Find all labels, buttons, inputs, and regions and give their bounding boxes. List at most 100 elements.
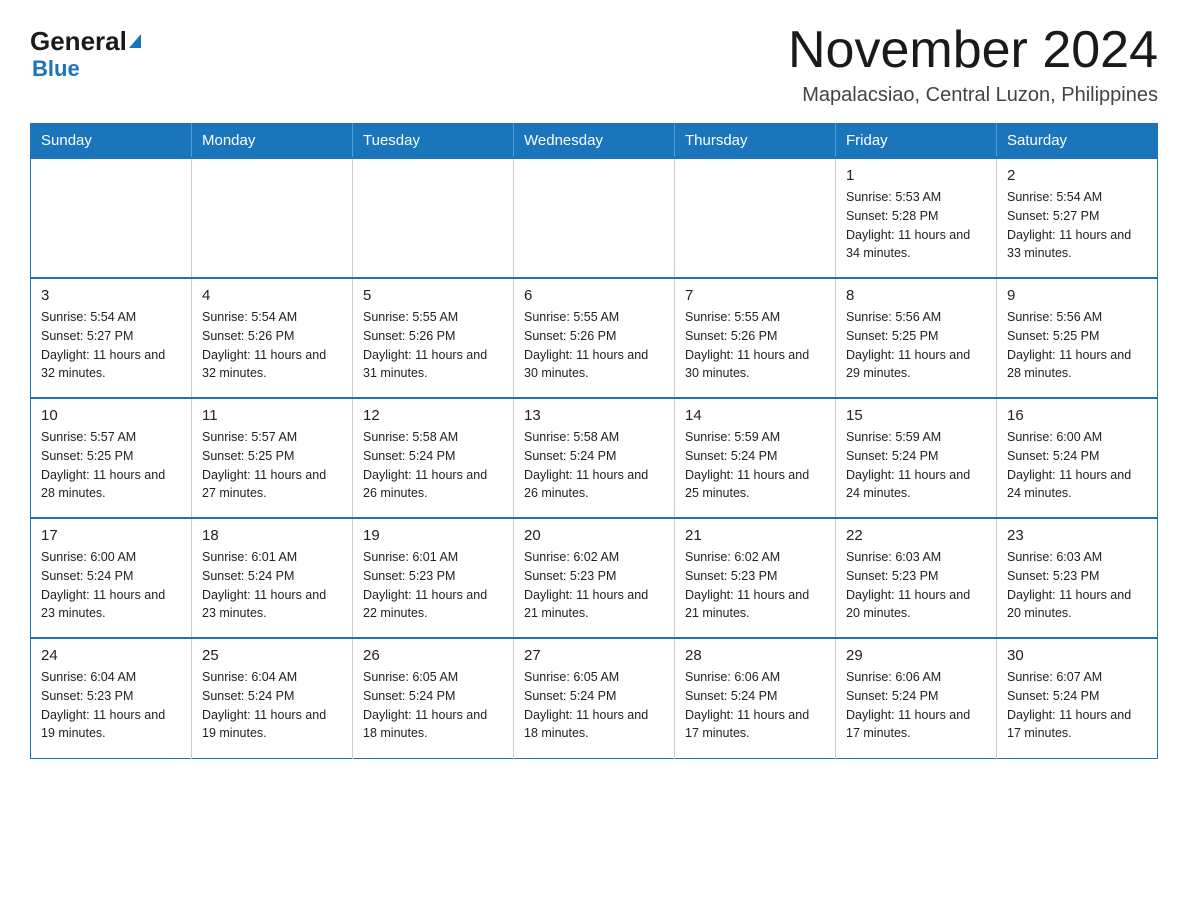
day-number: 5: [363, 287, 503, 304]
calendar-cell: 2Sunrise: 5:54 AM Sunset: 5:27 PM Daylig…: [997, 158, 1158, 278]
calendar-cell: 21 Sunrise: 6:02 AM Sunset: 5:23 PM Dayli…: [675, 518, 836, 638]
calendar-cell: [675, 158, 836, 278]
calendar-cell: 23Sunrise: 6:03 AM Sunset: 5:23 PM Dayli…: [997, 518, 1158, 638]
day-number: 25: [202, 647, 342, 664]
day-info: Sunrise: 5:58 AM Sunset: 5:24 PM Dayligh…: [363, 428, 503, 503]
day-number: 22: [846, 527, 986, 544]
week-row-3: 10 Sunrise: 5:57 AM Sunset: 5:25 PM Dayli…: [31, 398, 1158, 518]
day-info: Sunrise: 6:00 AM Sunset: 5:24 PM Dayligh…: [41, 548, 181, 623]
day-info: Sunrise: 6:04 AM Sunset: 5:24 PM Dayligh…: [202, 668, 342, 743]
week-row-2: 3Sunrise: 5:54 AM Sunset: 5:27 PM Daylig…: [31, 278, 1158, 398]
day-number: 29: [846, 647, 986, 664]
day-info: Sunrise: 5:56 AM Sunset: 5:25 PM Dayligh…: [1007, 308, 1147, 383]
calendar-cell: 3Sunrise: 5:54 AM Sunset: 5:27 PM Daylig…: [31, 278, 192, 398]
calendar-cell: 1 Sunrise: 5:53 AM Sunset: 5:28 PM Daylig…: [836, 158, 997, 278]
week-row-1: 1 Sunrise: 5:53 AM Sunset: 5:28 PM Daylig…: [31, 158, 1158, 278]
day-info: Sunrise: 5:57 AM Sunset: 5:25 PM Dayligh…: [202, 428, 342, 503]
day-header-wednesday: Wednesday: [514, 124, 675, 159]
logo-triangle-icon: [129, 34, 141, 48]
logo-blue-text: Blue: [32, 56, 80, 82]
day-number: 1: [846, 167, 986, 184]
calendar-cell: 10 Sunrise: 5:57 AM Sunset: 5:25 PM Dayli…: [31, 398, 192, 518]
day-number: 13: [524, 407, 664, 424]
calendar-cell: 12 Sunrise: 5:58 AM Sunset: 5:24 PM Dayli…: [353, 398, 514, 518]
calendar-cell: 4 Sunrise: 5:54 AM Sunset: 5:26 PM Daylig…: [192, 278, 353, 398]
day-number: 11: [202, 407, 342, 424]
day-info: Sunrise: 5:59 AM Sunset: 5:24 PM Dayligh…: [846, 428, 986, 503]
calendar-cell: 17 Sunrise: 6:00 AM Sunset: 5:24 PM Dayli…: [31, 518, 192, 638]
calendar-cell: 24 Sunrise: 6:04 AM Sunset: 5:23 PM Dayli…: [31, 638, 192, 758]
day-number: 8: [846, 287, 986, 304]
calendar-cell: 27 Sunrise: 6:05 AM Sunset: 5:24 PM Dayli…: [514, 638, 675, 758]
week-row-5: 24 Sunrise: 6:04 AM Sunset: 5:23 PM Dayli…: [31, 638, 1158, 758]
calendar-cell: [353, 158, 514, 278]
calendar-cell: 8 Sunrise: 5:56 AM Sunset: 5:25 PM Daylig…: [836, 278, 997, 398]
day-info: Sunrise: 5:54 AM Sunset: 5:26 PM Dayligh…: [202, 308, 342, 383]
day-number: 3: [41, 287, 181, 304]
day-number: 27: [524, 647, 664, 664]
calendar-cell: 18 Sunrise: 6:01 AM Sunset: 5:24 PM Dayli…: [192, 518, 353, 638]
day-number: 9: [1007, 287, 1147, 304]
calendar-cell: 15 Sunrise: 5:59 AM Sunset: 5:24 PM Dayli…: [836, 398, 997, 518]
calendar-cell: 16Sunrise: 6:00 AM Sunset: 5:24 PM Dayli…: [997, 398, 1158, 518]
day-info: Sunrise: 5:55 AM Sunset: 5:26 PM Dayligh…: [363, 308, 503, 383]
calendar-cell: [192, 158, 353, 278]
day-number: 20: [524, 527, 664, 544]
day-info: Sunrise: 6:06 AM Sunset: 5:24 PM Dayligh…: [685, 668, 825, 743]
day-info: Sunrise: 6:05 AM Sunset: 5:24 PM Dayligh…: [524, 668, 664, 743]
day-header-friday: Friday: [836, 124, 997, 159]
day-info: Sunrise: 6:01 AM Sunset: 5:24 PM Dayligh…: [202, 548, 342, 623]
day-number: 4: [202, 287, 342, 304]
day-info: Sunrise: 5:57 AM Sunset: 5:25 PM Dayligh…: [41, 428, 181, 503]
day-header-thursday: Thursday: [675, 124, 836, 159]
calendar-cell: 22 Sunrise: 6:03 AM Sunset: 5:23 PM Dayli…: [836, 518, 997, 638]
calendar-cell: 19 Sunrise: 6:01 AM Sunset: 5:23 PM Dayli…: [353, 518, 514, 638]
calendar-body: 1 Sunrise: 5:53 AM Sunset: 5:28 PM Daylig…: [31, 158, 1158, 758]
calendar-cell: [514, 158, 675, 278]
calendar-cell: [31, 158, 192, 278]
calendar-header: SundayMondayTuesdayWednesdayThursdayFrid…: [31, 124, 1158, 159]
day-number: 21: [685, 527, 825, 544]
day-header-sunday: Sunday: [31, 124, 192, 159]
day-info: Sunrise: 5:55 AM Sunset: 5:26 PM Dayligh…: [524, 308, 664, 383]
day-number: 26: [363, 647, 503, 664]
calendar-cell: 7 Sunrise: 5:55 AM Sunset: 5:26 PM Daylig…: [675, 278, 836, 398]
day-info: Sunrise: 6:04 AM Sunset: 5:23 PM Dayligh…: [41, 668, 181, 743]
day-number: 17: [41, 527, 181, 544]
day-number: 19: [363, 527, 503, 544]
day-info: Sunrise: 6:03 AM Sunset: 5:23 PM Dayligh…: [846, 548, 986, 623]
day-number: 14: [685, 407, 825, 424]
calendar-cell: 29Sunrise: 6:06 AM Sunset: 5:24 PM Dayli…: [836, 638, 997, 758]
day-info: Sunrise: 6:01 AM Sunset: 5:23 PM Dayligh…: [363, 548, 503, 623]
calendar-cell: 25 Sunrise: 6:04 AM Sunset: 5:24 PM Dayli…: [192, 638, 353, 758]
main-title: November 2024: [788, 20, 1158, 80]
day-number: 15: [846, 407, 986, 424]
calendar-cell: 14Sunrise: 5:59 AM Sunset: 5:24 PM Dayli…: [675, 398, 836, 518]
day-info: Sunrise: 5:53 AM Sunset: 5:28 PM Dayligh…: [846, 188, 986, 263]
day-info: Sunrise: 5:56 AM Sunset: 5:25 PM Dayligh…: [846, 308, 986, 383]
day-info: Sunrise: 5:58 AM Sunset: 5:24 PM Dayligh…: [524, 428, 664, 503]
days-of-week-row: SundayMondayTuesdayWednesdayThursdayFrid…: [31, 124, 1158, 159]
day-number: 30: [1007, 647, 1147, 664]
day-number: 24: [41, 647, 181, 664]
week-row-4: 17 Sunrise: 6:00 AM Sunset: 5:24 PM Dayli…: [31, 518, 1158, 638]
day-info: Sunrise: 5:54 AM Sunset: 5:27 PM Dayligh…: [1007, 188, 1147, 263]
day-info: Sunrise: 6:02 AM Sunset: 5:23 PM Dayligh…: [685, 548, 825, 623]
calendar-cell: 13 Sunrise: 5:58 AM Sunset: 5:24 PM Dayli…: [514, 398, 675, 518]
day-info: Sunrise: 6:05 AM Sunset: 5:24 PM Dayligh…: [363, 668, 503, 743]
day-number: 7: [685, 287, 825, 304]
logo: General Blue: [30, 20, 141, 82]
day-info: Sunrise: 6:03 AM Sunset: 5:23 PM Dayligh…: [1007, 548, 1147, 623]
day-info: Sunrise: 5:55 AM Sunset: 5:26 PM Dayligh…: [685, 308, 825, 383]
calendar-cell: 5 Sunrise: 5:55 AM Sunset: 5:26 PM Daylig…: [353, 278, 514, 398]
calendar-cell: 28Sunrise: 6:06 AM Sunset: 5:24 PM Dayli…: [675, 638, 836, 758]
day-number: 18: [202, 527, 342, 544]
day-header-saturday: Saturday: [997, 124, 1158, 159]
day-number: 10: [41, 407, 181, 424]
day-header-tuesday: Tuesday: [353, 124, 514, 159]
day-number: 12: [363, 407, 503, 424]
day-info: Sunrise: 6:00 AM Sunset: 5:24 PM Dayligh…: [1007, 428, 1147, 503]
calendar-cell: 30Sunrise: 6:07 AM Sunset: 5:24 PM Dayli…: [997, 638, 1158, 758]
title-area: November 2024 Mapalacsiao, Central Luzon…: [788, 20, 1158, 107]
calendar-cell: 6Sunrise: 5:55 AM Sunset: 5:26 PM Daylig…: [514, 278, 675, 398]
